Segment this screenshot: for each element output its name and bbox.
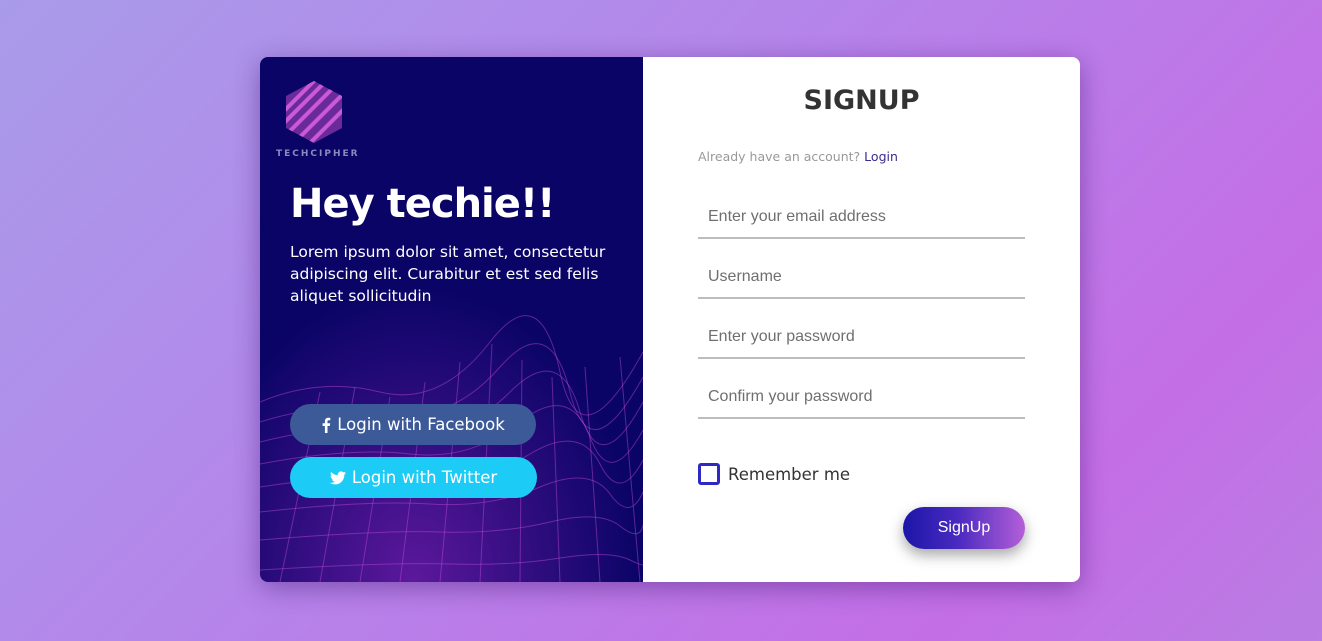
facebook-icon xyxy=(321,417,331,433)
twitter-icon xyxy=(329,470,346,485)
login-link[interactable]: Login xyxy=(864,149,898,164)
signup-form-panel: SIGNUP Already have an account? Login Re… xyxy=(643,57,1080,582)
remember-me-label: Remember me xyxy=(728,464,851,484)
form-title: SIGNUP xyxy=(803,85,920,116)
login-facebook-button[interactable]: Login with Facebook xyxy=(290,404,536,445)
hexagon-logo-icon xyxy=(286,81,342,143)
email-field[interactable] xyxy=(698,197,1025,239)
login-prompt-text: Already have an account? xyxy=(698,149,861,164)
welcome-panel: TECHCIPHER Hey techie!! Lorem ipsum dolo… xyxy=(260,57,643,582)
username-field[interactable] xyxy=(698,257,1025,299)
brand-name: TECHCIPHER xyxy=(276,149,360,159)
twitter-button-label: Login with Twitter xyxy=(351,468,498,487)
confirm-password-field[interactable] xyxy=(698,377,1025,419)
brand-logo: TECHCIPHER xyxy=(276,81,360,159)
login-prompt: Already have an account? Login xyxy=(698,149,898,164)
remember-me-checkbox[interactable] xyxy=(698,463,720,485)
hero-title: Hey techie!! xyxy=(290,181,555,227)
password-field[interactable] xyxy=(698,317,1025,359)
facebook-button-label: Login with Facebook xyxy=(337,415,505,434)
hero-description: Lorem ipsum dolor sit amet, consectetur … xyxy=(290,243,606,305)
remember-me-option[interactable]: Remember me xyxy=(698,463,850,485)
login-twitter-button[interactable]: Login with Twitter xyxy=(290,457,537,498)
signup-button[interactable]: SignUp xyxy=(903,507,1025,549)
signup-card: TECHCIPHER Hey techie!! Lorem ipsum dolo… xyxy=(260,57,1080,582)
